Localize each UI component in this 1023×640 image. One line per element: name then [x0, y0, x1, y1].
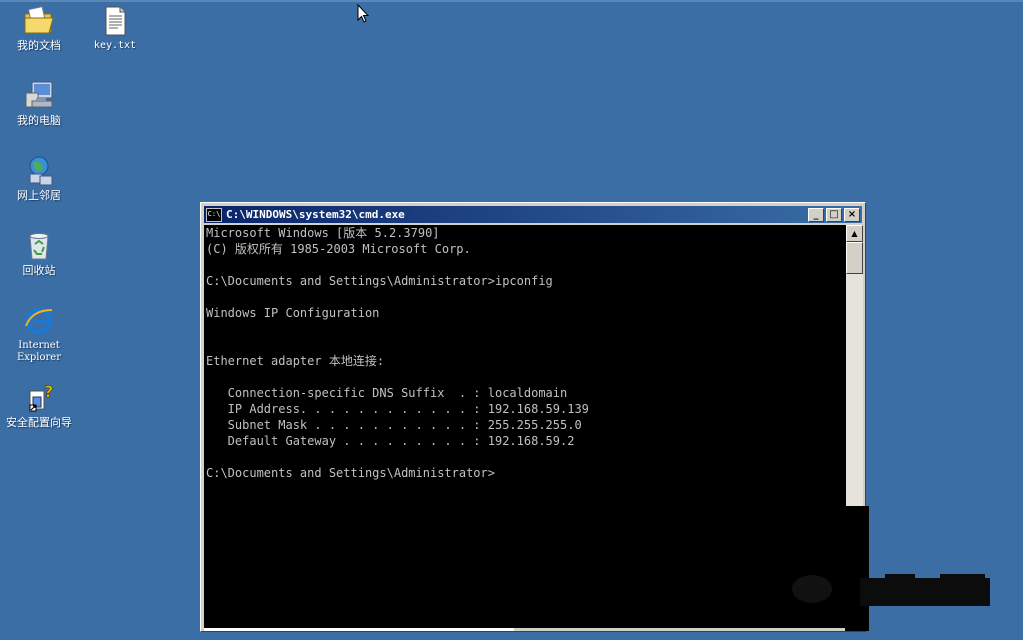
- mouse-pointer-icon: [357, 3, 370, 28]
- svg-text:?: ?: [44, 382, 53, 401]
- console-line: (C) 版权所有 1985-2003 Microsoft Corp.: [206, 242, 471, 256]
- horizontal-scroll-indicator: [204, 628, 514, 631]
- scrollbar-thumb[interactable]: [846, 242, 863, 274]
- window-title: C:\WINDOWS\system32\cmd.exe: [226, 208, 405, 221]
- console-line: Windows IP Configuration: [206, 306, 380, 320]
- console-line: Connection-specific DNS Suffix . : local…: [206, 386, 568, 400]
- network-places-icon: [22, 154, 56, 188]
- my-computer-icon: [22, 79, 56, 113]
- top-edge: [0, 0, 1023, 2]
- desktop-icon-network-places[interactable]: 网上邻居: [0, 154, 78, 202]
- text-file-icon: [98, 4, 132, 38]
- minimize-button[interactable]: _: [808, 207, 824, 222]
- cmd-titlebar[interactable]: C:\ C:\WINDOWS\system32\cmd.exe _ □ ×: [204, 206, 862, 223]
- rendering-artifact: [845, 506, 869, 631]
- desktop-icon-my-computer[interactable]: 我的电脑: [0, 79, 78, 127]
- cmd-system-icon[interactable]: C:\: [206, 207, 222, 222]
- console-line: Ethernet adapter 本地连接:: [206, 354, 385, 368]
- desktop-icon-recycle-bin[interactable]: 回收站: [0, 229, 78, 277]
- scroll-up-button[interactable]: ▲: [846, 225, 863, 242]
- console-output[interactable]: Microsoft Windows [版本 5.2.3790] (C) 版权所有…: [204, 225, 846, 628]
- desktop-icon-label: 回收站: [22, 264, 56, 277]
- cmd-window[interactable]: C:\ C:\WINDOWS\system32\cmd.exe _ □ × Mi…: [200, 202, 866, 632]
- close-button[interactable]: ×: [844, 207, 860, 222]
- desktop-icon-key-txt[interactable]: key.txt: [76, 4, 154, 52]
- desktop[interactable]: { "desktop": { "icons": [ {"label": "我的文…: [0, 0, 1023, 640]
- console-line: Subnet Mask . . . . . . . . . . . : 255.…: [206, 418, 582, 432]
- vertical-scrollbar[interactable]: ▲: [846, 225, 863, 507]
- desktop-icon-label: 我的电脑: [17, 114, 61, 127]
- desktop-icon-security-wizard[interactable]: ? 安全配置向导: [0, 381, 78, 429]
- folder-documents-icon: [22, 4, 56, 38]
- desktop-icon-label: key.txt: [93, 40, 137, 51]
- console-line: IP Address. . . . . . . . . . . . : 192.…: [206, 402, 589, 416]
- desktop-icon-label: 我的文档: [17, 39, 61, 52]
- rendering-artifact: [790, 574, 990, 608]
- internet-explorer-icon: [22, 304, 56, 338]
- desktop-icon-label: 网上邻居: [17, 189, 61, 202]
- desktop-icon-label: Internet Explorer: [16, 340, 62, 363]
- maximize-button[interactable]: □: [826, 207, 842, 222]
- console-prompt-line[interactable]: C:\Documents and Settings\Administrator>: [204, 465, 846, 481]
- console-line: C:\Documents and Settings\Administrator>…: [206, 274, 553, 288]
- console-line: Default Gateway . . . . . . . . . : 192.…: [206, 434, 575, 448]
- recycle-bin-icon: [22, 229, 56, 263]
- security-wizard-icon: ?: [22, 381, 56, 415]
- desktop-icon-label: 安全配置向导: [6, 416, 72, 429]
- desktop-icon-my-documents[interactable]: 我的文档: [0, 4, 78, 52]
- console-line: Microsoft Windows [版本 5.2.3790]: [206, 226, 440, 240]
- desktop-icon-internet-explorer[interactable]: Internet Explorer: [0, 304, 78, 364]
